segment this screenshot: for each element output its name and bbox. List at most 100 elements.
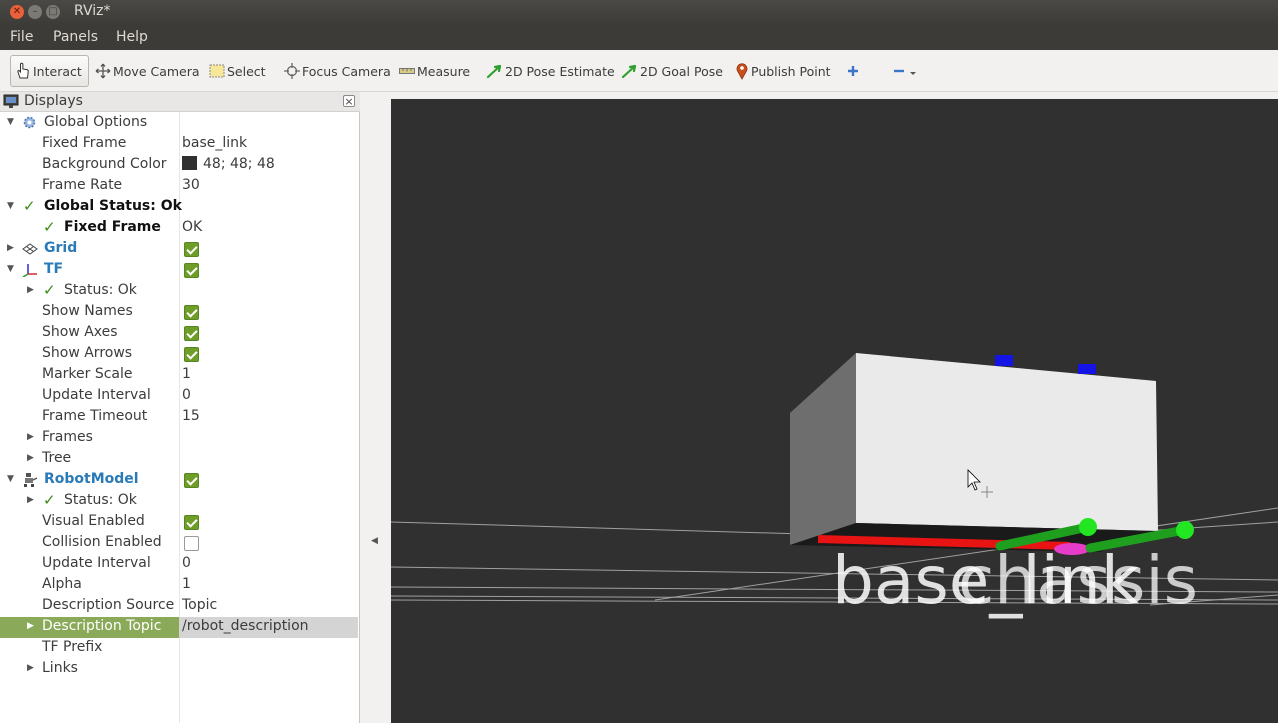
frame-timeout-value[interactable]: 15: [182, 408, 200, 424]
ok-check-icon: ✓: [23, 197, 36, 215]
tree-row-show-arrows[interactable]: Show Arrows: [0, 344, 358, 365]
tree-row-show-names[interactable]: Show Names: [0, 302, 358, 323]
expand-arrow-icon[interactable]: ▼: [7, 264, 14, 274]
update-interval-value[interactable]: 0: [182, 387, 191, 403]
add-tool-button[interactable]: [846, 59, 862, 83]
tree-row-description-source[interactable]: Description Source Topic: [0, 596, 358, 617]
robot-model-enabled-checkbox[interactable]: [184, 473, 199, 488]
tree-row-tf-status[interactable]: ▶ ✓ Status: Ok: [0, 281, 358, 302]
axes-icon: [22, 264, 37, 277]
fixed-frame-status-label: Fixed Frame: [64, 219, 161, 235]
expand-arrow-icon[interactable]: ▼: [7, 117, 14, 127]
y-axis-tip: [1079, 518, 1097, 536]
background-color-field[interactable]: 48; 48; 48: [182, 156, 275, 172]
tree-row-fixed-frame[interactable]: Fixed Frame base_link: [0, 134, 358, 155]
menu-file[interactable]: File: [10, 29, 33, 45]
fixed-frame-value[interactable]: base_link: [182, 135, 247, 151]
collapse-arrow-icon[interactable]: ▶: [27, 495, 34, 505]
panel-splitter[interactable]: ◀: [360, 92, 391, 723]
tree-row-description-topic[interactable]: ▶ Description Topic /robot_description: [0, 617, 358, 638]
scene-svg: base_link chassis: [391, 353, 1278, 619]
monitor-icon: [3, 94, 19, 108]
description-source-value[interactable]: Topic: [182, 597, 217, 613]
tree-row-tf[interactable]: ▼ TF: [0, 260, 358, 281]
show-arrows-label: Show Arrows: [42, 345, 133, 361]
select-tool-button[interactable]: Select: [209, 59, 266, 83]
close-window-button[interactable]: ✕: [10, 5, 24, 19]
tree-row-tree[interactable]: ▶ Tree: [0, 449, 358, 470]
minimize-window-button[interactable]: –: [28, 5, 42, 19]
tf-label: TF: [44, 261, 64, 277]
tree-row-visual-enabled[interactable]: Visual Enabled: [0, 512, 358, 533]
tree-row-fixed-frame-status[interactable]: ✓ Fixed Frame OK: [0, 218, 358, 239]
marker-scale-value[interactable]: 1: [182, 366, 191, 382]
tree-row-show-axes[interactable]: Show Axes: [0, 323, 358, 344]
goal-pose-tool-button[interactable]: 2D Goal Pose: [621, 59, 723, 83]
collapse-arrow-icon[interactable]: ▶: [27, 432, 34, 442]
interact-tool-button[interactable]: Interact: [10, 55, 89, 87]
grid-enabled-checkbox[interactable]: [184, 242, 199, 257]
measure-tool-button[interactable]: Measure: [399, 59, 470, 83]
displays-panel: Displays × ▼ Global Options Fixed Frame …: [0, 92, 360, 723]
show-names-checkbox[interactable]: [184, 305, 199, 320]
frame-rate-label: Frame Rate: [42, 177, 123, 193]
tree-row-update-interval[interactable]: Update Interval 0: [0, 386, 358, 407]
tree-row-frame-rate[interactable]: Frame Rate 30: [0, 176, 358, 197]
remove-tool-button[interactable]: [892, 59, 920, 83]
tree-row-background-color[interactable]: Background Color 48; 48; 48: [0, 155, 358, 176]
render-3d-view[interactable]: base_link chassis: [391, 99, 1278, 723]
frame-rate-value[interactable]: 30: [182, 177, 200, 193]
show-axes-checkbox[interactable]: [184, 326, 199, 341]
visual-enabled-label: Visual Enabled: [42, 513, 145, 529]
collapse-arrow-icon[interactable]: ▶: [27, 285, 34, 295]
chassis-front-face: [856, 353, 1158, 531]
focus-camera-tool-button[interactable]: Focus Camera: [284, 59, 391, 83]
robot-icon: [24, 473, 38, 487]
tree-row-alpha[interactable]: Alpha 1: [0, 575, 358, 596]
collision-enabled-checkbox[interactable]: [184, 536, 199, 551]
maximize-window-button[interactable]: □: [46, 5, 60, 19]
tree-row-frame-timeout[interactable]: Frame Timeout 15: [0, 407, 358, 428]
collapse-left-icon[interactable]: ◀: [371, 536, 378, 546]
tree-row-robot-model[interactable]: ▼ RobotModel: [0, 470, 358, 491]
frame-label-chassis: chassis: [958, 542, 1198, 619]
collapse-arrow-icon[interactable]: ▶: [7, 243, 14, 253]
frame-timeout-label: Frame Timeout: [42, 408, 148, 424]
tree-row-collision-enabled[interactable]: Collision Enabled: [0, 533, 358, 554]
collapse-arrow-icon[interactable]: ▶: [27, 621, 34, 631]
collapse-arrow-icon[interactable]: ▶: [27, 663, 34, 673]
tf-enabled-checkbox[interactable]: [184, 263, 199, 278]
robot-update-interval-value[interactable]: 0: [182, 555, 191, 571]
publish-point-label: Publish Point: [751, 63, 831, 79]
tree-row-marker-scale[interactable]: Marker Scale 1: [0, 365, 358, 386]
expand-arrow-icon[interactable]: ▼: [7, 201, 14, 211]
close-panel-button[interactable]: ×: [343, 95, 355, 107]
focus-camera-label: Focus Camera: [302, 63, 391, 79]
tree-row-grid[interactable]: ▶ Grid: [0, 239, 358, 260]
alpha-value[interactable]: 1: [182, 576, 191, 592]
visual-enabled-checkbox[interactable]: [184, 515, 199, 530]
green-arrow-icon: [621, 64, 637, 79]
tree-row-links[interactable]: ▶ Links: [0, 659, 358, 680]
tree-row-tf-prefix[interactable]: TF Prefix: [0, 638, 358, 659]
fixed-frame-label: Fixed Frame: [42, 135, 127, 151]
tree-row-robot-update-interval[interactable]: Update Interval 0: [0, 554, 358, 575]
description-topic-value[interactable]: /robot_description: [182, 618, 309, 634]
menu-panels[interactable]: Panels: [53, 29, 98, 45]
tree-row-frames[interactable]: ▶ Frames: [0, 428, 358, 449]
move-camera-tool-button[interactable]: Move Camera: [95, 59, 200, 83]
menu-help[interactable]: Help: [116, 29, 148, 45]
show-axes-label: Show Axes: [42, 324, 118, 340]
displays-panel-header: Displays ×: [0, 92, 360, 112]
pose-estimate-tool-button[interactable]: 2D Pose Estimate: [486, 59, 615, 83]
show-arrows-checkbox[interactable]: [184, 347, 199, 362]
move-arrows-icon: [95, 63, 111, 79]
tree-row-global-status[interactable]: ▼ ✓ Global Status: Ok: [0, 197, 358, 218]
tree-row-global-options[interactable]: ▼ Global Options: [0, 113, 358, 134]
ok-check-icon: ✓: [43, 281, 56, 299]
update-interval-label: Update Interval: [42, 387, 151, 403]
expand-arrow-icon[interactable]: ▼: [7, 474, 14, 484]
tree-row-robot-model-status[interactable]: ▶ ✓ Status: Ok: [0, 491, 358, 512]
publish-point-tool-button[interactable]: Publish Point: [735, 59, 831, 83]
collapse-arrow-icon[interactable]: ▶: [27, 453, 34, 463]
